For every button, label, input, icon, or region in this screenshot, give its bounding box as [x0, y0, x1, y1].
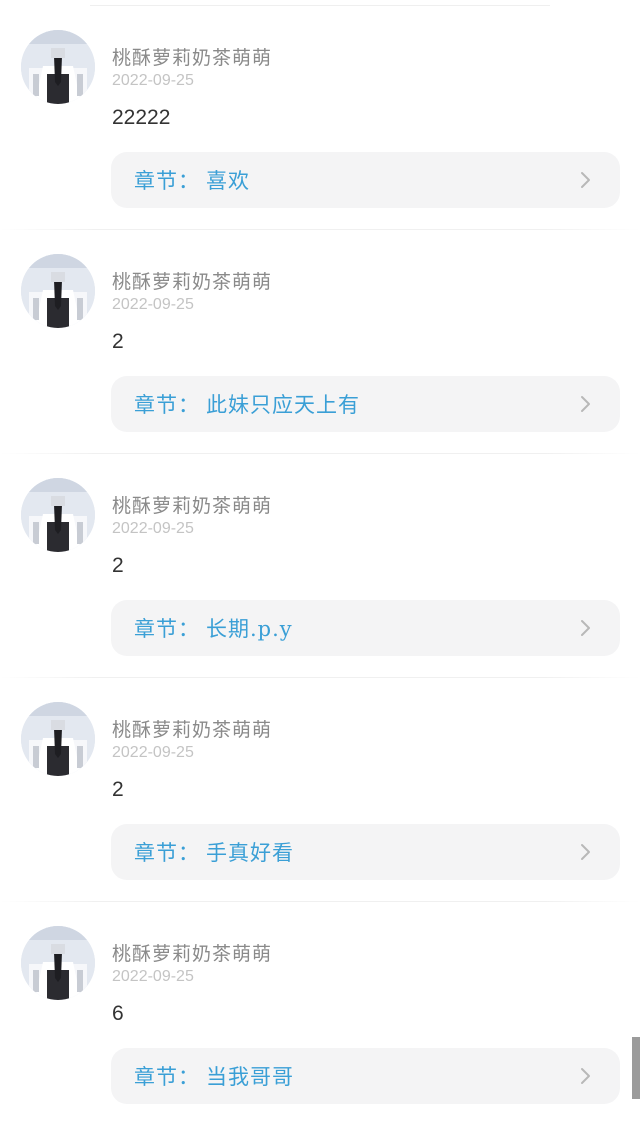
comment-date: 2022-09-25 [112, 968, 194, 985]
username[interactable]: 桃酥萝莉奶茶萌萌 [112, 43, 272, 70]
chapter-title: 长期.p.y [206, 617, 293, 641]
username[interactable]: 桃酥萝莉奶茶萌萌 [112, 715, 272, 742]
user-avatar[interactable] [21, 254, 95, 328]
chapter-link[interactable]: 章节： 此妹只应天上有 [111, 376, 620, 432]
chapter-prefix: 章节： [134, 1065, 200, 1089]
comment-date: 2022-09-25 [112, 296, 194, 313]
chapter-prefix: 章节： [134, 169, 200, 193]
chevron-right-icon [581, 844, 590, 860]
chevron-right-icon [581, 396, 590, 412]
comment-item: 桃酥萝莉奶茶萌萌 2022-09-25 6 章节： 当我哥哥 [0, 902, 640, 1122]
comment-content: 22222 [112, 106, 171, 129]
username[interactable]: 桃酥萝莉奶茶萌萌 [112, 267, 272, 294]
chapter-link[interactable]: 章节： 手真好看 [111, 824, 620, 880]
chapter-title: 喜欢 [206, 169, 250, 193]
user-avatar[interactable] [21, 30, 95, 104]
chapter-label: 章节： 手真好看 [134, 824, 294, 882]
chapter-title: 当我哥哥 [206, 1065, 294, 1089]
comment-content: 6 [112, 1002, 124, 1025]
chapter-title: 手真好看 [206, 841, 294, 865]
username[interactable]: 桃酥萝莉奶茶萌萌 [112, 491, 272, 518]
chapter-link[interactable]: 章节： 喜欢 [111, 152, 620, 208]
user-avatar[interactable] [21, 702, 95, 776]
chapter-prefix: 章节： [134, 841, 200, 865]
comment-content: 2 [112, 778, 124, 801]
comment-item: 桃酥萝莉奶茶萌萌 2022-09-25 22222 章节： 喜欢 [0, 6, 640, 230]
comment-item: 桃酥萝莉奶茶萌萌 2022-09-25 2 章节： 此妹只应天上有 [0, 230, 640, 454]
chapter-label: 章节： 长期.p.y [134, 600, 293, 658]
chapter-link[interactable]: 章节： 当我哥哥 [111, 1048, 620, 1104]
chevron-right-icon [581, 620, 590, 636]
chapter-title: 此妹只应天上有 [206, 393, 360, 417]
comment-item: 桃酥萝莉奶茶萌萌 2022-09-25 2 章节： 手真好看 [0, 678, 640, 902]
chevron-right-icon [581, 1068, 590, 1084]
comment-content: 2 [112, 330, 124, 353]
chapter-label: 章节： 喜欢 [134, 152, 250, 210]
comment-date: 2022-09-25 [112, 744, 194, 761]
scrollbar-thumb[interactable] [632, 1037, 640, 1099]
comment-content: 2 [112, 554, 124, 577]
chapter-prefix: 章节： [134, 393, 200, 417]
chapter-prefix: 章节： [134, 617, 200, 641]
chapter-label: 章节： 当我哥哥 [134, 1048, 294, 1106]
chapter-link[interactable]: 章节： 长期.p.y [111, 600, 620, 656]
username[interactable]: 桃酥萝莉奶茶萌萌 [112, 939, 272, 966]
user-avatar[interactable] [21, 478, 95, 552]
chapter-label: 章节： 此妹只应天上有 [134, 376, 360, 434]
comment-list-page: 桃酥萝莉奶茶萌萌 2022-09-25 22222 章节： 喜欢 桃酥萝莉奶茶萌萌 [0, 0, 640, 1122]
comment-date: 2022-09-25 [112, 72, 194, 89]
comment-item: 桃酥萝莉奶茶萌萌 2022-09-25 2 章节： 长期.p.y [0, 454, 640, 678]
user-avatar[interactable] [21, 926, 95, 1000]
chevron-right-icon [581, 172, 590, 188]
comment-date: 2022-09-25 [112, 520, 194, 537]
